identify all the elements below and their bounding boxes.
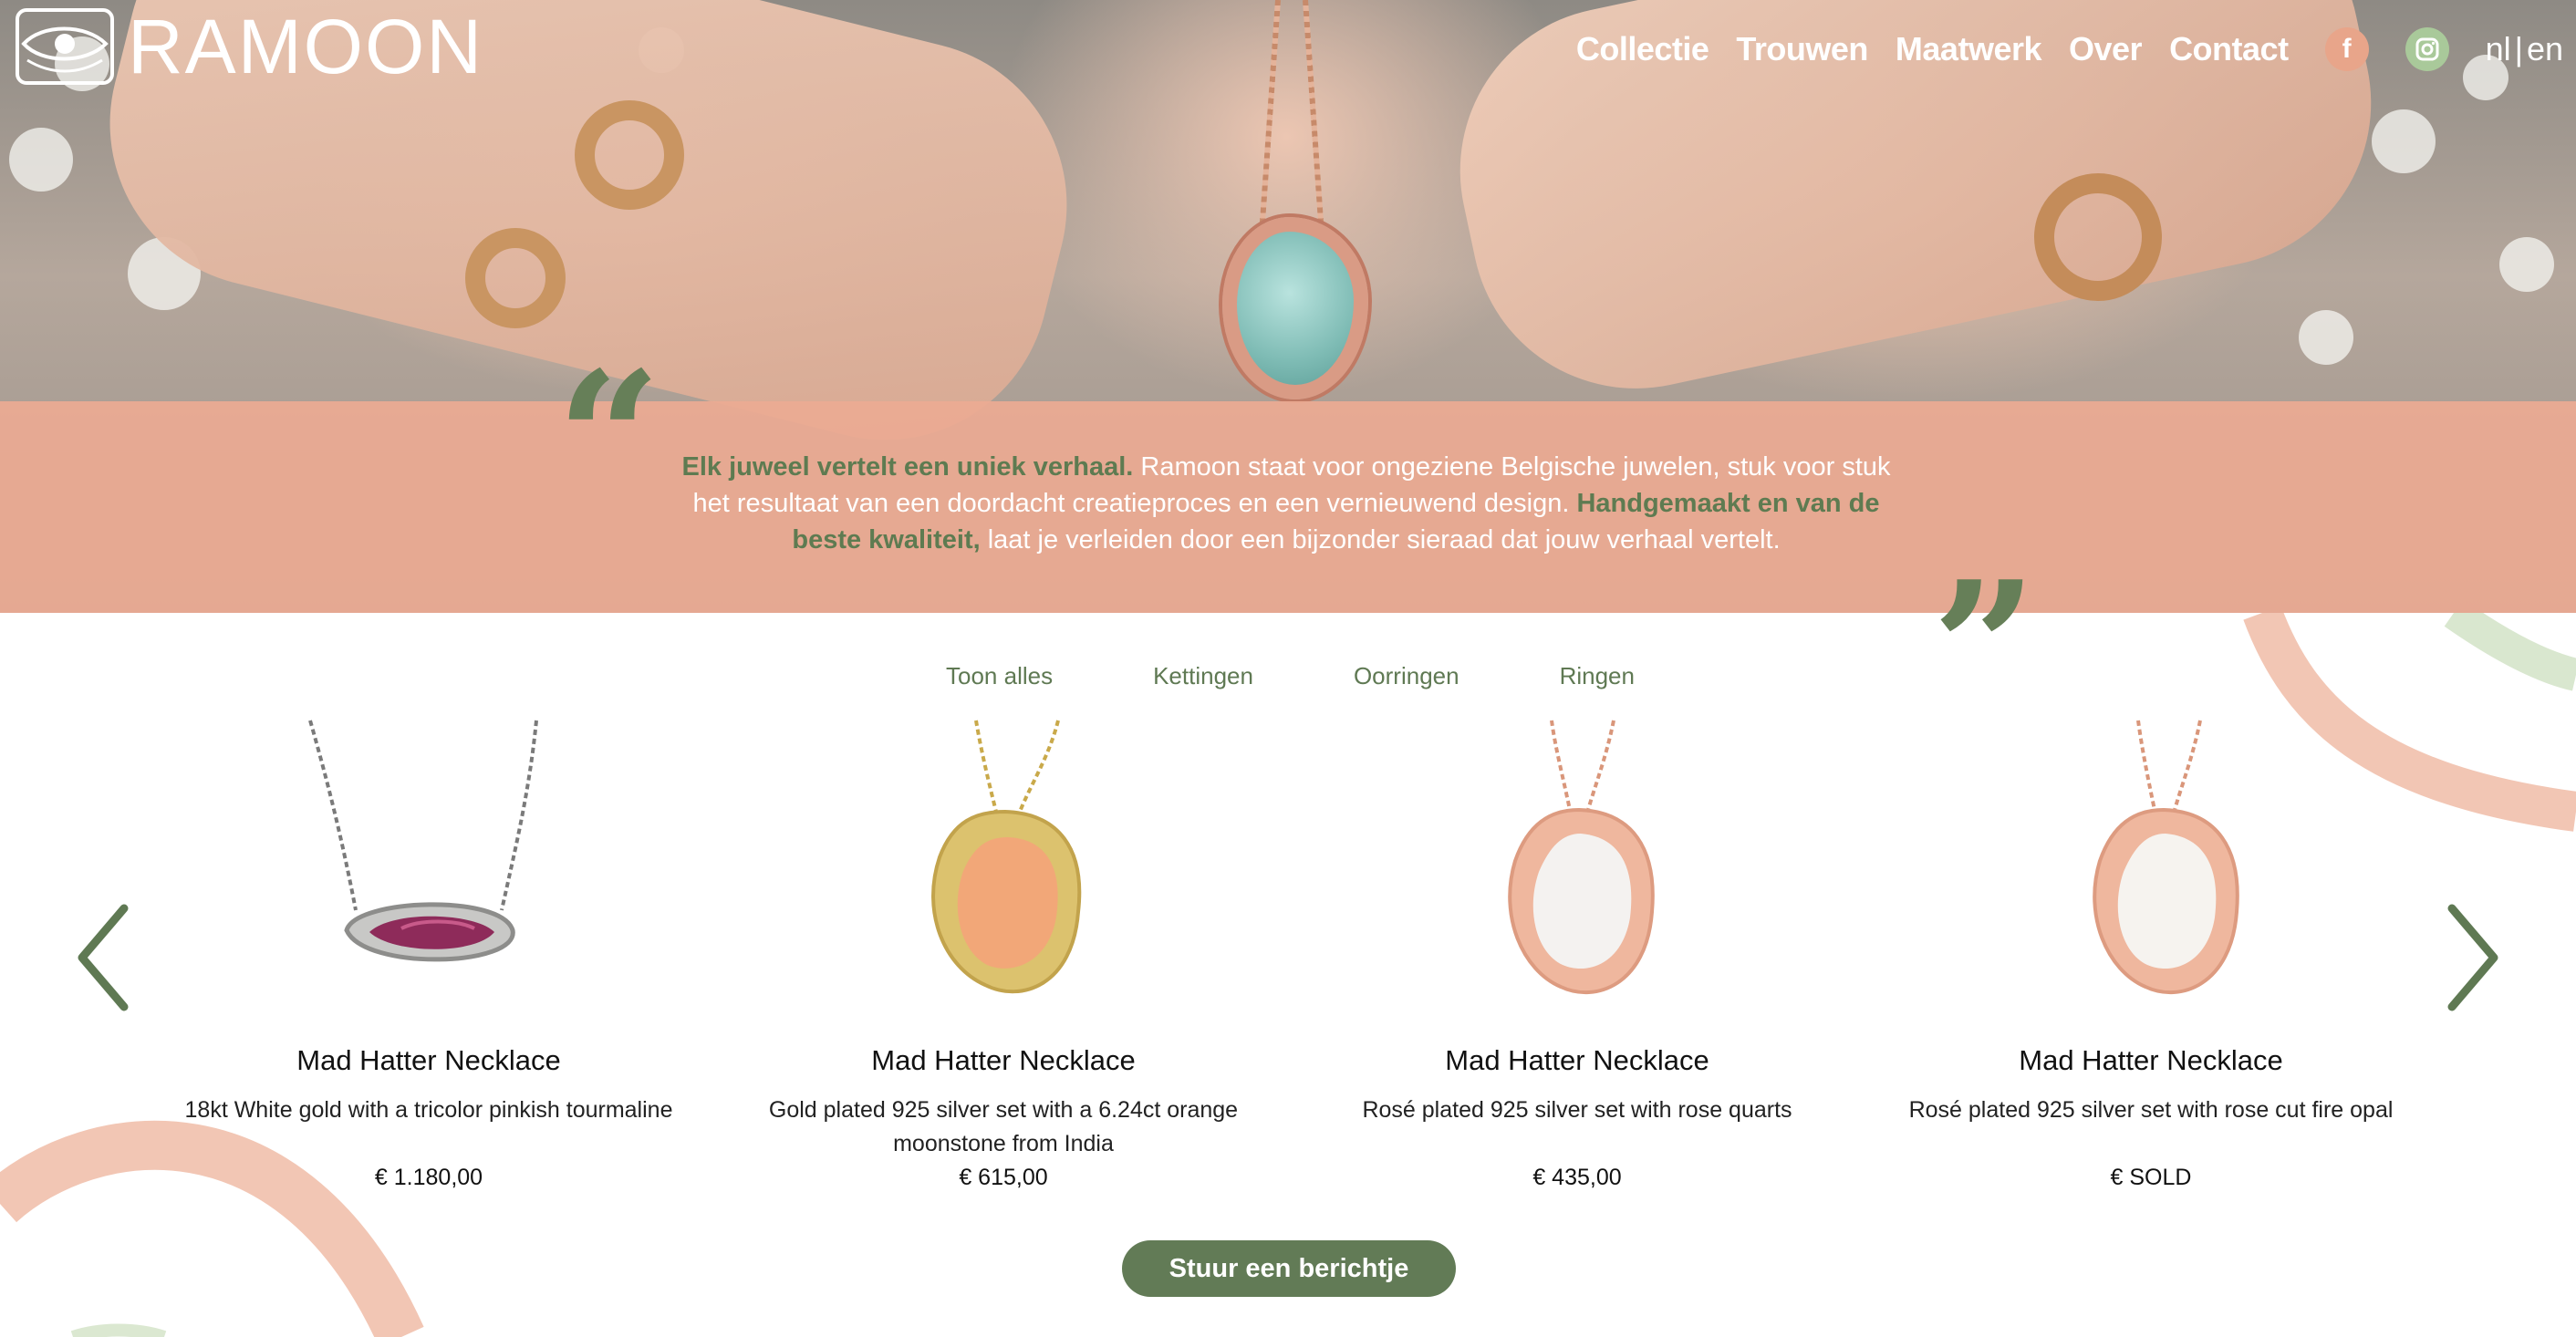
product-card[interactable]: Mad Hatter Necklace Rosé plated 925 silv… (1896, 711, 2406, 1191)
nav-link-contact[interactable]: Contact (2169, 30, 2289, 68)
product-card[interactable]: Mad Hatter Necklace 18kt White gold with… (173, 711, 684, 1191)
product-name: Mad Hatter Necklace (296, 1044, 561, 1076)
lang-en[interactable]: en (2527, 30, 2563, 68)
product-card[interactable]: Mad Hatter Necklace Gold plated 925 silv… (748, 711, 1259, 1191)
instagram-glyph (2415, 37, 2439, 61)
brand-name: RAMOON (128, 4, 483, 89)
product-price: € 615,00 (959, 1165, 1048, 1190)
brand-logo[interactable]: RAMOON (15, 7, 483, 86)
nav-link-over[interactable]: Over (2069, 30, 2143, 68)
nav-link-trouwen[interactable]: Trouwen (1736, 30, 1868, 68)
chevron-right-icon[interactable] (2439, 903, 2503, 1012)
send-message-button[interactable]: Stuur een berichtje (1122, 1240, 1456, 1297)
nav-link-collectie[interactable]: Collectie (1576, 30, 1709, 68)
product-description: 18kt White gold with a tricolor pinkish … (184, 1097, 673, 1123)
product-name: Mad Hatter Necklace (871, 1044, 1136, 1076)
product-description: Rosé plated 925 silver set with rose qua… (1362, 1097, 1792, 1123)
quote-open-icon: “ (556, 332, 662, 546)
language-switcher: nl | en (2486, 30, 2563, 68)
chevron-left-icon[interactable] (73, 903, 137, 1012)
lang-separator: | (2514, 30, 2523, 67)
filter-oorringen[interactable]: Oorringen (1354, 662, 1459, 690)
product-price: € 435,00 (1532, 1165, 1622, 1190)
category-filters: Toon alles Kettingen Oorringen Ringen (946, 662, 1735, 690)
filter-ringen[interactable]: Ringen (1560, 662, 1635, 690)
eye-logo-icon (16, 8, 114, 85)
facebook-icon[interactable]: f (2324, 27, 2369, 71)
product-description: Gold plated 925 silver set with a 6.24ct… (768, 1097, 1239, 1156)
instagram-icon[interactable] (2405, 27, 2449, 71)
green-curve-right (2444, 599, 2576, 691)
filter-kettingen[interactable]: Kettingen (1153, 662, 1253, 690)
brand-quote: Elk juweel vertelt een uniek verhaal. Ra… (666, 449, 1906, 558)
product-name: Mad Hatter Necklace (1445, 1044, 1709, 1076)
product-image-rose-quartz-necklace (1508, 720, 1655, 995)
product-image-moonstone-necklace (931, 720, 1082, 994)
quote-highlight-1: Elk juweel vertelt een uniek verhaal. (681, 452, 1134, 482)
filter-toon-alles[interactable]: Toon alles (946, 662, 1053, 690)
product-image-tourmaline-necklace (308, 720, 538, 962)
product-price: € SOLD (2110, 1165, 2192, 1190)
facebook-glyph: f (2342, 34, 2352, 64)
product-price: € 1.180,00 (374, 1165, 483, 1190)
product-description: Rosé plated 925 silver set with rose cut… (1908, 1097, 2394, 1123)
lang-nl[interactable]: nl (2486, 30, 2511, 68)
product-name: Mad Hatter Necklace (2019, 1044, 2283, 1076)
main-nav: Collectie Trouwen Maatwerk Over Contact … (1549, 27, 2563, 71)
pendant-image (1222, 217, 1368, 399)
quote-text-4: laat je verleiden door een bijzonder sie… (980, 525, 1781, 554)
product-card[interactable]: Mad Hatter Necklace Rosé plated 925 silv… (1322, 711, 1833, 1191)
green-curve-left (70, 1323, 167, 1337)
nav-link-maatwerk[interactable]: Maatwerk (1896, 30, 2042, 68)
product-image-fire-opal-necklace (2093, 720, 2239, 995)
